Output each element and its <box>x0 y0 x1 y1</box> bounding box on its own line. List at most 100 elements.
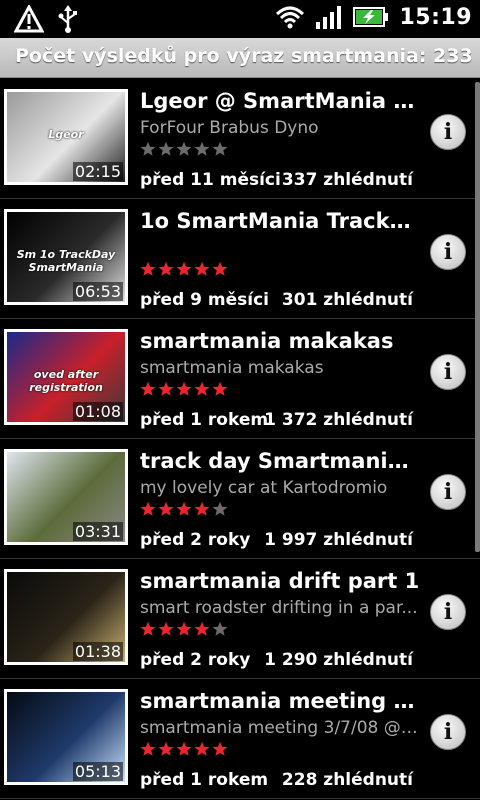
video-title[interactable]: 1o SmartMania TrackD... <box>140 209 420 233</box>
video-thumbnail[interactable]: Sm 1o TrackDay SmartMania 06:53 <box>4 209 128 305</box>
scrollbar[interactable] <box>475 82 480 552</box>
star-filled-icon <box>140 261 156 276</box>
upload-age: před 2 roky <box>140 530 251 550</box>
rating-stars <box>140 381 228 397</box>
info-button[interactable]: i <box>430 714 466 750</box>
battery-charging-icon <box>353 7 389 27</box>
star-filled-icon <box>140 381 156 396</box>
star-filled-icon <box>158 381 174 396</box>
usb-icon <box>58 5 77 33</box>
star-filled-icon <box>194 501 210 516</box>
video-list-item[interactable]: 03:31 track day Smartmania.... my lovely… <box>0 439 480 559</box>
video-title[interactable]: track day Smartmania.... <box>140 449 420 473</box>
star-empty-icon <box>194 141 210 156</box>
video-list-item[interactable]: Sm 1o TrackDay SmartMania 06:53 1o Smart… <box>0 199 480 319</box>
upload-age: před 1 rokem <box>140 410 269 430</box>
warning-icon <box>14 5 44 33</box>
wifi-icon <box>276 6 305 29</box>
video-list-item[interactable]: Lgeor 02:15 Lgeor @ SmartMania D... ForF… <box>0 79 480 199</box>
info-button[interactable]: i <box>430 354 466 390</box>
video-description: smartmania makakas <box>140 358 324 378</box>
info-icon: i <box>443 119 453 145</box>
star-empty-icon <box>176 141 192 156</box>
info-button[interactable]: i <box>430 114 466 150</box>
rating-stars <box>140 261 228 277</box>
star-empty-icon <box>212 621 228 636</box>
clock: 15:19 <box>399 4 472 30</box>
star-filled-icon <box>140 621 156 636</box>
star-filled-icon <box>212 261 228 276</box>
view-count: 301 zhlédnutí <box>281 290 413 310</box>
upload-age: před 9 měsíci <box>140 290 270 310</box>
rating-stars <box>140 741 228 757</box>
rating-stars <box>140 621 228 637</box>
video-duration: 01:08 <box>72 402 123 421</box>
info-icon: i <box>443 359 453 385</box>
video-duration: 02:15 <box>72 162 123 181</box>
star-filled-icon <box>176 381 192 396</box>
star-filled-icon <box>176 261 192 276</box>
star-empty-icon <box>158 141 174 156</box>
video-thumbnail[interactable]: 03:31 <box>4 449 128 545</box>
video-duration: 03:31 <box>72 522 123 541</box>
video-description: ForFour Brabus Dyno <box>140 118 319 138</box>
results-count-label: Počet výsledků pro výraz smartmania: 233 <box>15 45 473 67</box>
results-list[interactable]: Lgeor 02:15 Lgeor @ SmartMania D... ForF… <box>0 79 480 800</box>
star-filled-icon <box>158 621 174 636</box>
view-count: 1 290 zhlédnutí <box>264 650 413 670</box>
view-count: 1 997 zhlédnutí <box>264 530 413 550</box>
star-filled-icon <box>194 261 210 276</box>
video-list-item[interactable]: 05:13 smartmania meeting 3... smartmania… <box>0 679 480 799</box>
thumbnail-overlay-text: Lgeor <box>48 128 84 141</box>
star-filled-icon <box>140 741 156 756</box>
video-thumbnail[interactable]: 05:13 <box>4 689 128 785</box>
star-filled-icon <box>212 741 228 756</box>
star-filled-icon <box>158 741 174 756</box>
video-list-item[interactable]: oved after registration 01:08 smartmania… <box>0 319 480 439</box>
video-duration: 06:53 <box>72 282 123 301</box>
upload-age: před 11 měsíci <box>140 170 281 190</box>
video-duration: 05:13 <box>72 762 123 781</box>
video-thumbnail[interactable]: oved after registration 01:08 <box>4 329 128 425</box>
star-filled-icon <box>176 501 192 516</box>
video-description: smartmania meeting 3/7/08 @ ... <box>140 718 420 738</box>
results-header: Počet výsledků pro výraz smartmania: 233 <box>0 38 480 78</box>
rating-stars <box>140 501 228 517</box>
video-title[interactable]: smartmania drift part 1 <box>140 569 420 593</box>
upload-age: před 2 roky <box>140 650 251 670</box>
star-empty-icon <box>212 141 228 156</box>
info-button[interactable]: i <box>430 234 466 270</box>
video-title[interactable]: smartmania meeting 3... <box>140 689 420 713</box>
star-empty-icon <box>140 141 156 156</box>
video-thumbnail[interactable]: 01:38 <box>4 569 128 665</box>
view-count: 1 372 zhlédnutí <box>264 410 413 430</box>
star-filled-icon <box>194 621 210 636</box>
star-filled-icon <box>158 501 174 516</box>
video-list-item[interactable]: 01:38 smartmania drift part 1 smart road… <box>0 559 480 679</box>
star-filled-icon <box>158 261 174 276</box>
video-thumbnail[interactable]: Lgeor 02:15 <box>4 89 128 185</box>
star-filled-icon <box>194 381 210 396</box>
video-title[interactable]: smartmania makakas <box>140 329 420 353</box>
video-duration: 01:38 <box>72 642 123 661</box>
signal-icon <box>316 6 342 29</box>
video-description: smart roadster drifting in a par... <box>140 598 418 618</box>
rating-stars <box>140 141 228 157</box>
info-icon: i <box>443 719 453 745</box>
upload-age: před 1 rokem <box>140 770 269 790</box>
thumbnail-overlay-text: Sm 1o TrackDay SmartMania <box>16 248 116 274</box>
star-filled-icon <box>176 621 192 636</box>
star-empty-icon <box>212 501 228 516</box>
info-icon: i <box>443 479 453 505</box>
info-button[interactable]: i <box>430 474 466 510</box>
view-count: 337 zhlédnutí <box>281 170 413 190</box>
star-filled-icon <box>176 741 192 756</box>
star-filled-icon <box>140 501 156 516</box>
info-button[interactable]: i <box>430 594 466 630</box>
video-title[interactable]: Lgeor @ SmartMania D... <box>140 89 420 113</box>
thumbnail-overlay-text: oved after registration <box>29 368 103 394</box>
video-description: my lovely car at Kartodromio <box>140 478 388 498</box>
status-bar: 15:19 <box>0 0 480 38</box>
info-icon: i <box>443 239 453 265</box>
star-filled-icon <box>212 381 228 396</box>
